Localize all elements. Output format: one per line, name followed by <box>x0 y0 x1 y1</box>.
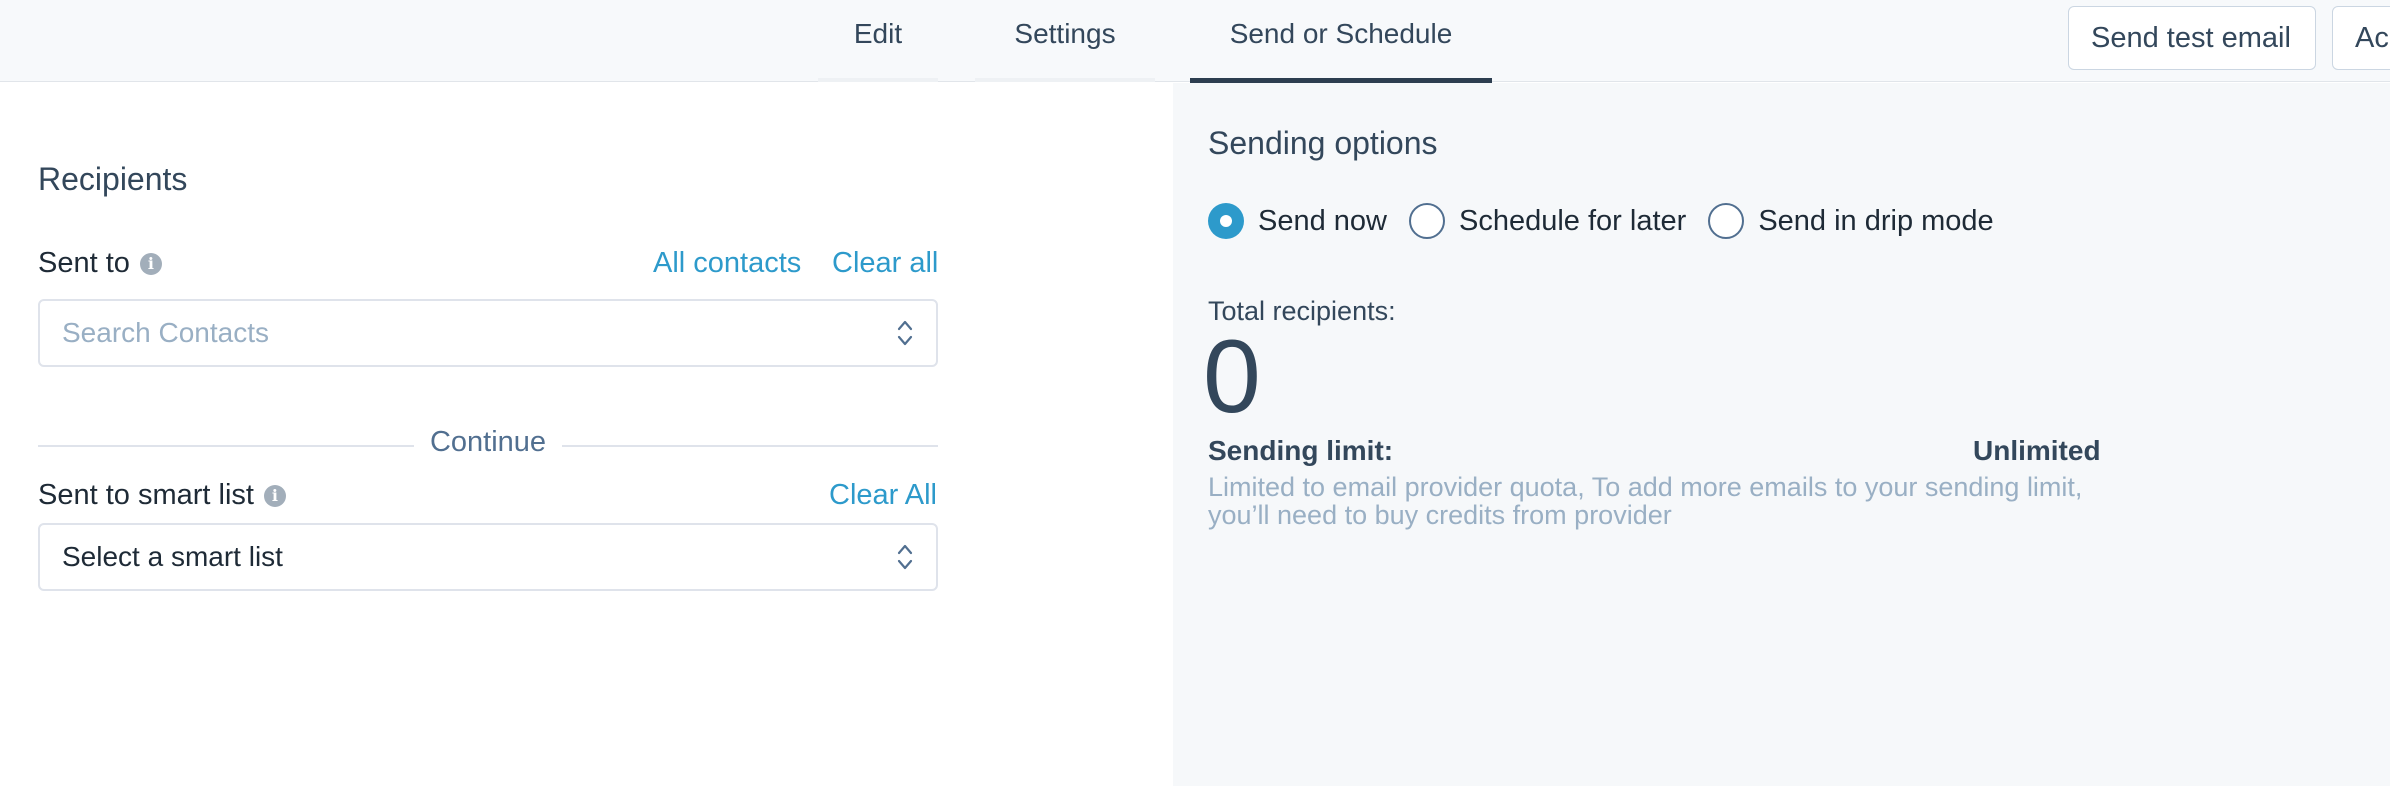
radio-schedule-label: Schedule for later <box>1459 204 1687 237</box>
tab-send-or-schedule-label: Send or Schedule <box>1229 18 1453 49</box>
tab-edit-label: Edit <box>853 18 903 49</box>
tab-settings[interactable]: Settings <box>975 0 1155 82</box>
search-contacts-select[interactable]: Search Contacts <box>38 299 938 367</box>
radio-send-now-label: Send now <box>1258 204 1387 237</box>
actions-button[interactable]: Ac <box>2332 6 2390 70</box>
tab-send-or-schedule[interactable]: Send or Schedule <box>1190 0 1492 83</box>
radio-button[interactable] <box>1409 203 1445 239</box>
radio-button[interactable] <box>1708 203 1745 239</box>
continue-divider: Continue <box>38 426 938 466</box>
smart-list-clear-all-link[interactable]: Clear All <box>829 479 937 512</box>
radio-send-now[interactable]: Send now <box>1208 203 1387 239</box>
total-recipients-value: 0 <box>1203 319 1261 435</box>
sent-to-label-row: Sent to i <box>38 247 162 280</box>
info-icon[interactable]: i <box>263 484 286 507</box>
sending-options-panel: Sending options Send now Schedule for la… <box>1173 83 2390 786</box>
smart-list-label-row: Sent to smart list i <box>38 479 286 512</box>
radio-schedule-for-later[interactable]: Schedule for later <box>1409 203 1686 239</box>
clear-all-link[interactable]: Clear all <box>832 247 938 280</box>
sent-to-label: Sent to <box>38 247 130 279</box>
sending-options-title: Sending options <box>1208 125 1438 161</box>
tab-edit[interactable]: Edit <box>818 0 938 82</box>
sending-limit-label: Sending limit: <box>1208 435 1394 466</box>
all-contacts-link[interactable]: All contacts <box>653 247 801 280</box>
recipients-panel: Recipients Sent to i All contacts Clear … <box>0 83 1173 786</box>
radio-send-in-drip-mode[interactable]: Send in drip mode <box>1708 203 1994 239</box>
send-mode-radio-group: Send now Schedule for later Send in drip… <box>1208 203 2016 239</box>
top-bar: Edit Settings Send or Schedule Send test… <box>0 0 2390 83</box>
send-test-email-button[interactable]: Send test email <box>2068 6 2316 70</box>
smart-list-select[interactable]: Select a smart list <box>38 523 938 591</box>
search-contacts-placeholder: Search Contacts <box>62 317 269 348</box>
radio-drip-label: Send in drip mode <box>1758 204 1994 237</box>
sending-limit-value: Unlimited <box>1973 435 2101 466</box>
tab-underline <box>818 78 938 82</box>
recipients-title: Recipients <box>38 161 188 197</box>
chevron-up-down-icon <box>897 544 913 570</box>
tab-settings-label: Settings <box>1014 18 1116 49</box>
divider-line-right <box>562 445 938 447</box>
smart-list-selected: Select a smart list <box>62 541 283 572</box>
info-icon[interactable]: i <box>139 252 162 275</box>
sending-limit-description: Limited to email provider quota, To add … <box>1208 472 2083 530</box>
chevron-up-down-icon <box>897 320 913 346</box>
radio-button[interactable] <box>1208 203 1244 239</box>
smart-list-label: Sent to smart list <box>38 479 254 511</box>
continue-label: Continue <box>429 426 547 458</box>
tab-underline <box>975 78 1155 82</box>
